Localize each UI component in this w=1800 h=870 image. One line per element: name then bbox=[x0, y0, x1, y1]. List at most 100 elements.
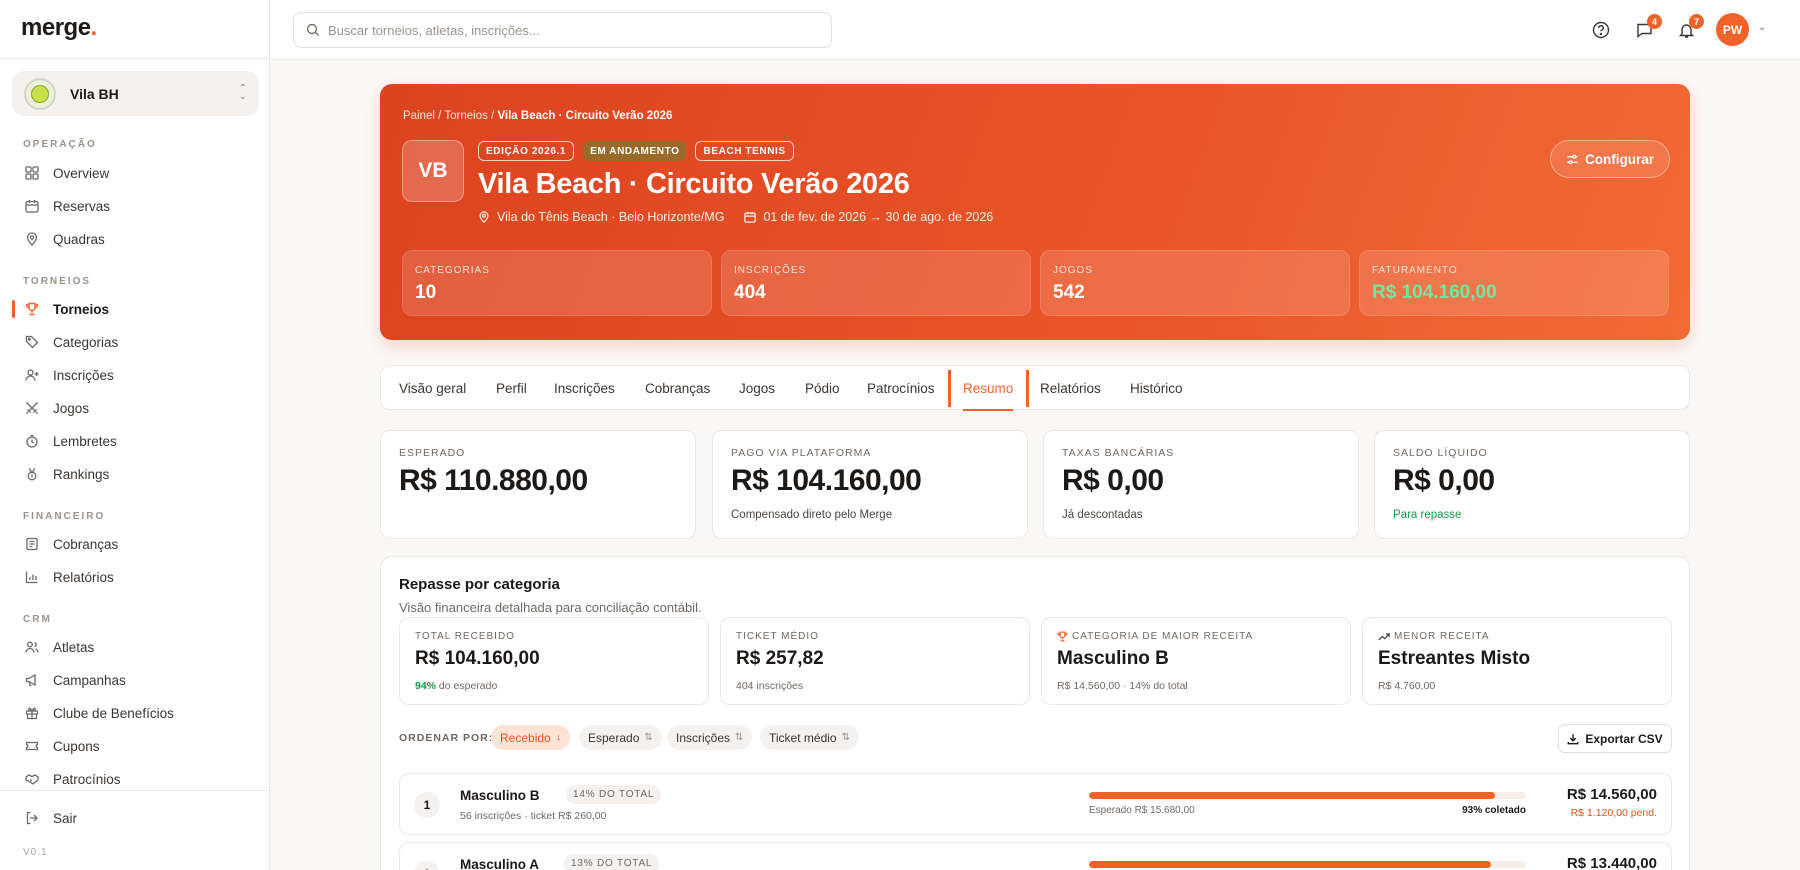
tab-relatorios[interactable]: Relatórios bbox=[1040, 366, 1101, 411]
tab-patrocinios[interactable]: Patrocínios bbox=[867, 366, 935, 411]
search-box[interactable] bbox=[293, 12, 832, 48]
kpi-value: R$ 104.160,00 bbox=[731, 464, 922, 497]
messages-button[interactable]: 4 bbox=[1632, 14, 1662, 42]
progress-fill bbox=[1089, 792, 1496, 799]
kpi-value: R$ 0,00 bbox=[1393, 464, 1495, 497]
logo[interactable]: merge. bbox=[21, 14, 97, 42]
configure-label: Configurar bbox=[1585, 151, 1654, 167]
sidebar-item-atletas[interactable]: Atletas bbox=[12, 632, 259, 662]
notifications-button[interactable]: 7 bbox=[1674, 14, 1704, 42]
sidebar-item-inscricoes[interactable]: Inscrições bbox=[12, 360, 259, 390]
summary-total-recebido: TOTAL RECEBIDO R$ 104.160,00 94% do espe… bbox=[399, 617, 709, 705]
timer-icon bbox=[23, 432, 41, 450]
tab-label: Resumo bbox=[963, 381, 1014, 396]
kpi-pago: PAGO VIA PLATAFORMA R$ 104.160,00 Compen… bbox=[712, 430, 1028, 539]
tab-cobrancas[interactable]: Cobranças bbox=[645, 366, 710, 411]
sidebar-item-rankings[interactable]: Rankings bbox=[12, 459, 259, 489]
sidebar-item-categorias[interactable]: Categorias bbox=[12, 327, 259, 357]
expected-amount: Esperado R$ 15.680,00 bbox=[1089, 805, 1195, 816]
map-pin-icon bbox=[23, 230, 41, 248]
sidebar-item-label: Overview bbox=[53, 165, 110, 181]
label-text: CATEGORIA DE MAIOR RECEITA bbox=[1072, 631, 1254, 642]
section-label-crm: CRM bbox=[23, 614, 52, 625]
org-name: Vila BH bbox=[70, 85, 119, 102]
sort-icon: ⇅ bbox=[841, 732, 850, 743]
kpi-value: R$ 0,00 bbox=[1062, 464, 1164, 497]
sort-chip-esperado[interactable]: Esperado ⇅ bbox=[579, 725, 662, 750]
sort-chip-ticket-medio[interactable]: Ticket médio ⇅ bbox=[760, 725, 859, 750]
sidebar-item-label: Quadras bbox=[53, 231, 105, 247]
sidebar-item-cobrancas[interactable]: Cobranças bbox=[12, 529, 259, 559]
megaphone-icon bbox=[23, 671, 41, 689]
user-avatar[interactable]: PW bbox=[1716, 13, 1749, 46]
summary-menor-receita: MENOR RECEITA Estreantes Misto R$ 4.760,… bbox=[1362, 617, 1672, 705]
sort-chip-recebido[interactable]: Recebido ↓ bbox=[491, 725, 570, 750]
category-row[interactable]: 2 Masculino A 13% DO TOTAL R$ 13.440,00 bbox=[399, 842, 1672, 870]
export-label: Exportar CSV bbox=[1585, 731, 1663, 746]
summary-caption: R$ 4.760,00 bbox=[1378, 680, 1436, 692]
logo-text: merge bbox=[21, 14, 91, 41]
breadcrumb-separator: / bbox=[491, 110, 495, 122]
logout-label: Sair bbox=[53, 810, 78, 826]
sidebar-item-cupons[interactable]: Cupons bbox=[12, 731, 259, 761]
map-pin-icon bbox=[478, 211, 490, 223]
breadcrumb-painel[interactable]: Painel bbox=[403, 110, 435, 122]
tournament-dates: 01 de fev. de 2026 → 30 de ago. de 2026 bbox=[763, 210, 994, 224]
sort-icon: ⇅ bbox=[644, 732, 653, 743]
calendar-icon bbox=[744, 211, 757, 223]
kpi-label: ESPERADO bbox=[399, 447, 466, 459]
calendar-icon bbox=[23, 197, 41, 215]
help-icon[interactable] bbox=[1589, 18, 1613, 42]
tab-historico[interactable]: Histórico bbox=[1130, 366, 1183, 411]
summary-value: R$ 257,82 bbox=[736, 648, 824, 669]
sidebar-item-overview[interactable]: Overview bbox=[12, 158, 259, 188]
sidebar-item-reservas[interactable]: Reservas bbox=[12, 191, 259, 221]
org-switcher[interactable]: Vila BH ⌃ ⌄ bbox=[12, 71, 259, 116]
tournament-hero: Painel / Torneios / Vila Beach · Circuit… bbox=[380, 84, 1690, 340]
sort-chip-inscricoes[interactable]: Inscrições ⇅ bbox=[667, 725, 753, 750]
sidebar-item-quadras[interactable]: Quadras bbox=[12, 224, 259, 254]
pending-amount: R$ 1.120,00 pend. bbox=[1570, 807, 1657, 819]
sidebar-item-relatorios[interactable]: Relatórios bbox=[12, 562, 259, 592]
tab-jogos[interactable]: Jogos bbox=[739, 366, 775, 411]
stat-label: CATEGORIAS bbox=[415, 265, 490, 276]
sidebar-item-label: Cupons bbox=[53, 738, 100, 754]
tab-inscricoes[interactable]: Inscrições bbox=[554, 366, 615, 411]
sort-label: ORDENAR POR: bbox=[399, 732, 494, 744]
category-name: Masculino A bbox=[460, 857, 540, 870]
breadcrumb-torneios[interactable]: Torneios bbox=[444, 110, 487, 122]
users-icon bbox=[23, 638, 41, 656]
sidebar-item-label: Reservas bbox=[53, 198, 111, 214]
trophy-icon bbox=[23, 300, 41, 318]
configure-button[interactable]: Configurar bbox=[1550, 140, 1670, 178]
tab-resumo[interactable]: Resumo bbox=[963, 366, 1014, 411]
search-input[interactable] bbox=[328, 22, 808, 38]
notifications-badge: 7 bbox=[1689, 14, 1704, 29]
sidebar-item-jogos[interactable]: Jogos bbox=[12, 393, 259, 423]
sidebar-item-clube[interactable]: Clube de Benefícios bbox=[12, 698, 259, 728]
user-plus-icon bbox=[23, 366, 41, 384]
sidebar-item-torneios[interactable]: Torneios bbox=[12, 294, 259, 324]
summary-label: TOTAL RECEBIDO bbox=[415, 631, 515, 642]
tab-perfil[interactable]: Perfil bbox=[496, 366, 527, 411]
sidebar-item-lembretes[interactable]: Lembretes bbox=[12, 426, 259, 456]
trophy-icon bbox=[1057, 631, 1068, 642]
tab-visao-geral[interactable]: Visão geral bbox=[399, 366, 466, 411]
logout-button[interactable]: Sair bbox=[12, 803, 259, 833]
percent-value: 94% bbox=[415, 680, 437, 692]
category-name: Masculino B bbox=[460, 788, 540, 803]
summary-caption: R$ 14.560,00 · 14% do total bbox=[1057, 680, 1188, 692]
sidebar-item-label: Cobranças bbox=[53, 536, 119, 552]
chevron-down-icon[interactable]: ⌄ bbox=[1758, 22, 1766, 33]
category-row[interactable]: 1 Masculino B 14% DO TOTAL 56 inscrições… bbox=[399, 773, 1672, 835]
sidebar-item-campanhas[interactable]: Campanhas bbox=[12, 665, 259, 695]
row-rank: 1 bbox=[414, 792, 440, 818]
category-meta: 56 inscrições · ticket R$ 260,00 bbox=[460, 810, 607, 822]
tab-podio[interactable]: Pódio bbox=[805, 366, 840, 411]
bar-chart-icon bbox=[23, 568, 41, 586]
logout-icon bbox=[23, 809, 41, 827]
summary-label: MENOR RECEITA bbox=[1378, 631, 1490, 642]
export-csv-button[interactable]: Exportar CSV bbox=[1558, 724, 1672, 753]
summary-value: R$ 104.160,00 bbox=[415, 648, 540, 669]
summary-ticket-medio: TICKET MÉDIO R$ 257,82 404 inscrições bbox=[720, 617, 1030, 705]
